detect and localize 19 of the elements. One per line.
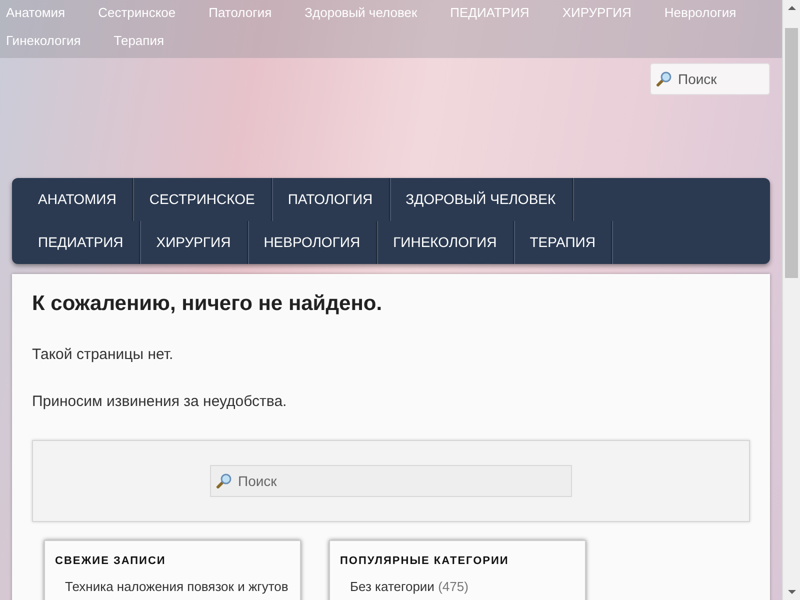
menu-item[interactable]: ПАТОЛОГИЯ bbox=[272, 178, 390, 221]
menu-item[interactable]: ХИРУРГИЯ bbox=[140, 221, 248, 264]
message-text: Приносим извинения за неудобства. bbox=[32, 393, 288, 410]
widget-title: СВЕЖИЕ ЗАПИСИ bbox=[55, 555, 167, 567]
menu-item[interactable]: ГИНЕКОЛОГИЯ bbox=[377, 221, 514, 264]
menu-item[interactable]: СЕСТРИНСКОЕ bbox=[133, 178, 272, 221]
menu-item[interactable]: ЗДОРОВЫЙ ЧЕЛОВЕК bbox=[390, 178, 573, 221]
widget-link[interactable]: Без категории (475) bbox=[340, 579, 575, 594]
scrollbar[interactable] bbox=[782, 0, 800, 600]
menu-item[interactable]: АНАТОМИЯ bbox=[22, 178, 134, 221]
menu-item[interactable]: ТЕРАПИЯ bbox=[514, 221, 612, 264]
search-field[interactable]: Поиск bbox=[650, 63, 770, 95]
search-field[interactable]: Поиск bbox=[210, 465, 572, 497]
widget-link[interactable]: Техника наложения повязок и жгутов bbox=[55, 579, 290, 594]
page-title: К сожалению, ничего не найдено. bbox=[32, 292, 384, 316]
menu-item[interactable]: НЕВРОЛОГИЯ bbox=[248, 221, 378, 264]
message-text: Такой страницы нет. bbox=[32, 346, 174, 363]
menu-item[interactable]: ПЕДИАТРИЯ bbox=[22, 221, 140, 264]
widget-title: ПОПУЛЯРНЫЕ КАТЕГОРИИ bbox=[340, 555, 510, 567]
